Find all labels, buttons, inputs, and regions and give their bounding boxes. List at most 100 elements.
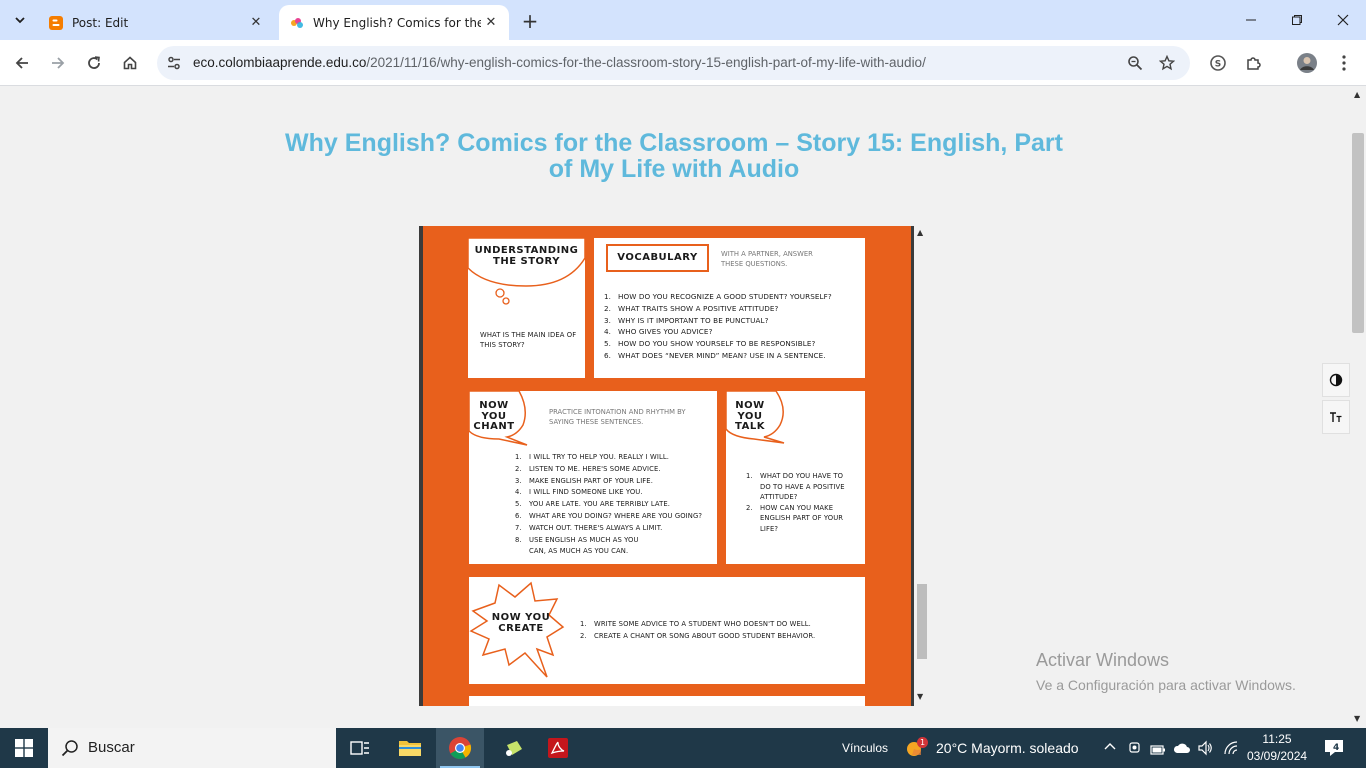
list-item: 5. YOU ARE LATE. YOU ARE TERRIBLY LATE. bbox=[515, 499, 711, 511]
close-tab-icon[interactable]: ✕ bbox=[246, 13, 266, 33]
chant-hint: PRACTICE INTONATION AND RHYTHM BY SAYING… bbox=[549, 408, 686, 426]
create-heading: NOW YOU CREATE bbox=[491, 612, 551, 634]
chevron-up-icon[interactable] bbox=[1104, 741, 1116, 756]
activation-watermark-subtitle: Ve a Configuración para activar Windows. bbox=[1036, 677, 1296, 693]
scroll-down-arrow-icon[interactable]: ▼ bbox=[1354, 714, 1360, 723]
browser-toolbar: eco.colombiaaprende.edu.co/2021/11/16/wh… bbox=[0, 40, 1366, 86]
list-item: 2. CREATE A CHANT OR SONG ABOUT GOOD STUD… bbox=[580, 631, 860, 643]
weather-text[interactable]: 20°C Mayorm. soleado bbox=[936, 740, 1079, 756]
reload-icon[interactable] bbox=[80, 49, 108, 77]
page-scroll-thumb[interactable] bbox=[1352, 133, 1364, 333]
zoom-icon[interactable] bbox=[1126, 54, 1144, 72]
list-item: 7. WATCH OUT. THERE'S ALWAYS A LIMIT. bbox=[515, 523, 711, 535]
battery-icon[interactable] bbox=[1150, 741, 1166, 760]
forward-arrow-icon[interactable] bbox=[44, 49, 72, 77]
list-item-text: CREATE A CHANT OR SONG ABOUT GOOD STUDEN… bbox=[594, 631, 816, 640]
vocabulary-box: VOCABULARY bbox=[606, 244, 709, 272]
clock-time[interactable]: 11:25 bbox=[1249, 732, 1305, 746]
links-label[interactable]: Vínculos bbox=[842, 741, 888, 755]
scroll-up-arrow-icon[interactable]: ▲ bbox=[917, 228, 923, 237]
close-window-icon[interactable] bbox=[1320, 0, 1366, 40]
talk-heading: NOW YOU TALK bbox=[735, 400, 765, 432]
list-item: 1. I WILL TRY TO HELP YOU. REALLY I WILL. bbox=[515, 452, 711, 464]
tab-title: Post: Edit bbox=[72, 15, 129, 30]
restore-icon[interactable] bbox=[1274, 0, 1320, 40]
list-item: 2. LISTEN TO ME. HERE'S SOME ADVICE. bbox=[515, 464, 711, 476]
onedrive-cloud-icon[interactable] bbox=[1173, 740, 1191, 759]
list-item-text: YOU ARE LATE. YOU ARE TERRIBLY LATE. bbox=[529, 500, 671, 509]
viewer-scrollbar[interactable]: ▲ ▼ bbox=[914, 226, 930, 706]
list-item: 1. WHAT DO YOU HAVE TO DO TO HAVE A POSIT… bbox=[746, 472, 845, 502]
snip-app-icon[interactable] bbox=[490, 728, 538, 768]
panel-chant: NOW YOU CHANT PRACTICE INTONATION AND RH… bbox=[469, 391, 717, 564]
search-icon bbox=[61, 739, 79, 761]
text-size-icon[interactable] bbox=[1322, 400, 1350, 434]
site-info-icon[interactable] bbox=[165, 54, 183, 72]
list-item-text: HOW DO YOU SHOW YOURSELF TO BE RESPONSIB… bbox=[618, 339, 816, 349]
tab-strip: Post: Edit ✕ Why English? Comics for the… bbox=[0, 0, 1366, 40]
page-content: Why English? Comics for the Classroom – … bbox=[0, 87, 1350, 728]
vocabulary-heading: VOCABULARY bbox=[617, 251, 698, 263]
tab-search-chevron-icon[interactable] bbox=[6, 7, 34, 33]
understanding-question: WHAT IS THE MAIN IDEA OF THIS STORY? bbox=[480, 331, 577, 349]
list-item-text: I WILL TRY TO HELP YOU. REALLY I WILL. bbox=[529, 453, 669, 461]
list-item-text: WHY IS IT IMPORTANT TO BE PUNCTUAL? bbox=[618, 315, 769, 325]
bookmark-star-icon[interactable] bbox=[1158, 54, 1176, 72]
panel-next bbox=[469, 696, 865, 706]
volume-icon[interactable] bbox=[1197, 740, 1213, 760]
tab-post-edit[interactable]: Post: Edit ✕ bbox=[38, 5, 274, 40]
page-scrollbar[interactable]: ▲ ▼ bbox=[1350, 87, 1366, 728]
list-item-text: MAKE ENGLISH PART OF YOUR LIFE. bbox=[529, 476, 653, 485]
vocabulary-hint: WITH A PARTNER, ANSWER THESE QUESTIONS. bbox=[721, 250, 813, 268]
list-item-text: WRITE SOME ADVICE TO A STUDENT WHO DOESN… bbox=[594, 620, 811, 628]
list-item: 2. HOW CAN YOU MAKE ENGLISH PART OF YOUR … bbox=[746, 503, 846, 535]
file-explorer-icon[interactable] bbox=[386, 728, 434, 768]
scroll-down-arrow-icon[interactable]: ▼ bbox=[917, 692, 923, 701]
taskbar-search-box[interactable]: Buscar bbox=[48, 728, 336, 768]
create-list: 1. WRITE SOME ADVICE TO A STUDENT WHO DOE… bbox=[580, 619, 860, 643]
scroll-up-arrow-icon[interactable]: ▲ bbox=[1354, 90, 1360, 99]
skype-extension-icon[interactable]: S bbox=[1207, 52, 1229, 74]
notifications-count: 4 bbox=[1333, 743, 1340, 753]
camera-icon[interactable] bbox=[1128, 740, 1142, 760]
list-item-text: HOW CAN YOU MAKE ENGLISH PART OF YOUR LI… bbox=[760, 503, 844, 533]
list-item: 3. MAKE ENGLISH PART OF YOUR LIFE. bbox=[515, 476, 711, 488]
new-tab-plus-icon[interactable]: + bbox=[518, 9, 542, 33]
profile-avatar[interactable] bbox=[1296, 52, 1318, 74]
list-item: 6. WHAT DOES “NEVER MIND” MEAN? USE IN A … bbox=[604, 350, 826, 360]
minimize-icon[interactable] bbox=[1228, 0, 1274, 40]
list-item-text: WHAT DO YOU HAVE TO DO TO HAVE A POSITIV… bbox=[760, 472, 845, 502]
extensions-puzzle-icon[interactable] bbox=[1243, 52, 1265, 74]
list-item: 6. WHAT ARE YOU DOING? WHERE ARE YOU GOIN… bbox=[515, 511, 711, 523]
panel-talk: NOW YOU TALK 1. WHAT DO YOU HAVE TO DO TO… bbox=[726, 391, 865, 564]
acrobat-icon[interactable] bbox=[534, 728, 582, 768]
url-text[interactable]: eco.colombiaaprende.edu.co/2021/11/16/wh… bbox=[193, 55, 926, 70]
panel-create: NOW YOU CREATE 1. WRITE SOME ADVICE TO A … bbox=[469, 577, 865, 684]
viewer-scroll-thumb[interactable] bbox=[917, 584, 927, 659]
menu-kebab-icon[interactable] bbox=[1333, 52, 1355, 74]
activation-watermark-title: Activar Windows bbox=[1036, 650, 1170, 670]
task-view-icon[interactable] bbox=[336, 728, 384, 768]
list-item-text: I WILL FIND SOMEONE LIKE YOU. bbox=[529, 488, 643, 497]
close-tab-icon[interactable]: ✕ bbox=[481, 13, 501, 33]
address-bar[interactable]: eco.colombiaaprende.edu.co/2021/11/16/wh… bbox=[157, 46, 1190, 80]
back-arrow-icon[interactable] bbox=[8, 49, 36, 77]
talk-list: 1. WHAT DO YOU HAVE TO DO TO HAVE A POSIT… bbox=[746, 471, 846, 535]
list-item-text: LISTEN TO ME. HERE'S SOME ADVICE. bbox=[529, 464, 661, 473]
home-icon[interactable] bbox=[116, 49, 144, 77]
clock-date[interactable]: 03/09/2024 bbox=[1247, 749, 1307, 763]
comic-viewer[interactable]: UNDERSTANDING THE STORY WHAT IS THE MAIN… bbox=[419, 226, 914, 706]
tab-why-english[interactable]: Why English? Comics for the Cl ✕ bbox=[279, 5, 509, 40]
tab-title: Why English? Comics for the Cl bbox=[313, 15, 481, 30]
list-item: 8. USE ENGLISH AS MUCH AS YOU CAN, AS MUC… bbox=[515, 535, 645, 559]
wifi-icon[interactable] bbox=[1223, 740, 1239, 760]
svg-text:S: S bbox=[1215, 60, 1221, 70]
chrome-taskbar-icon[interactable] bbox=[436, 728, 484, 768]
panel-vocabulary: VOCABULARY WITH A PARTNER, ANSWER THESE … bbox=[594, 238, 865, 378]
list-item: 4. WHO GIVES YOU ADVICE? bbox=[604, 327, 713, 337]
url-path: /2021/11/16/why-english-comics-for-the-c… bbox=[366, 55, 926, 70]
contrast-toggle-icon[interactable] bbox=[1322, 363, 1350, 397]
list-item-text: HOW DO YOU RECOGNIZE A GOOD STUDENT? YOU… bbox=[618, 292, 832, 301]
chant-list: 1. I WILL TRY TO HELP YOU. REALLY I WILL.… bbox=[515, 452, 711, 558]
windows-start-icon[interactable] bbox=[0, 728, 48, 768]
